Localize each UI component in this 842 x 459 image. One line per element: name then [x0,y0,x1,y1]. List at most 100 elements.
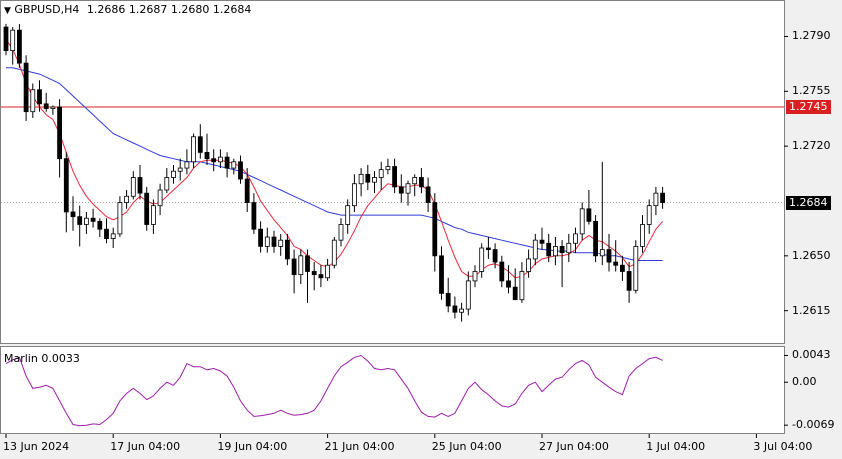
candle [264,236,270,247]
candle [459,308,465,313]
candle [479,247,485,272]
menu-triangle-icon[interactable]: ▼ [4,6,11,16]
candle [298,255,304,276]
candle [358,173,364,185]
candle [506,280,511,288]
candle [311,271,317,276]
candle [284,239,290,260]
candle [278,239,284,247]
price-tick-label: 1.2650 [792,248,831,262]
candle [90,217,96,222]
candle [97,220,103,230]
candle [606,249,612,263]
candle [646,205,652,225]
candle [117,202,123,235]
price-tick-label: 1.2790 [792,29,831,43]
price-tick-label: 1.2615 [792,303,831,317]
chart-window: ▼ GBPUSD,H4 1.2686 1.2687 1.2680 1.2684 … [0,0,842,459]
osc-tick-label: 0.00 [792,375,817,389]
candle [231,161,237,169]
candle [204,152,210,160]
candle [217,156,223,163]
candle [63,158,69,213]
time-tick-label: 19 Jun 04:00 [217,440,288,453]
chart-canvas [0,0,788,438]
indicator-title: Marlin 0.0033 [4,352,80,365]
candle [526,258,531,272]
time-tick-label: 21 Jun 04:00 [324,440,395,453]
candle [331,239,337,266]
osc-tick-label: -0.0069 [792,418,835,432]
candle [660,192,665,203]
candle [57,106,62,160]
level-price-tag: 1.2745 [786,99,831,114]
symbol-timeframe: GBPUSD,H4 [14,3,80,16]
candle [445,293,451,307]
time-tick-label: 17 Jun 04:00 [110,440,181,453]
candle [485,247,491,250]
candle [653,192,659,207]
time-tick-label: 25 Jun 04:00 [431,440,502,453]
candle [137,177,143,194]
candle [573,233,578,244]
candle [579,208,585,235]
price-tick-label: 1.2720 [792,139,831,153]
candle [244,178,250,203]
candle [452,305,458,313]
candle [586,208,592,222]
candle [144,192,150,225]
candle [10,29,16,51]
candle [566,242,572,254]
candle [439,255,444,294]
candle [365,173,371,183]
candle [385,166,391,171]
candle [553,246,558,257]
candle [519,271,525,301]
candle [613,261,619,266]
indicator-panel [0,346,785,434]
candle [492,249,498,263]
time-tick-label: 3 Jul 04:00 [753,440,813,453]
chart-header: ▼ GBPUSD,H4 1.2686 1.2687 1.2680 1.2684 [4,3,251,18]
candle [593,220,598,257]
candle [30,89,36,113]
candle [372,177,377,183]
candle [211,158,217,163]
candle [191,136,197,163]
candle [157,189,163,207]
candle [70,211,76,218]
price-tick-label: 1.2755 [792,84,831,98]
candle [465,280,471,310]
osc-tick-label: 0.0043 [792,348,831,362]
candle [432,202,438,257]
candle [378,169,384,178]
candle [539,239,545,244]
candle [338,224,344,241]
candle [305,255,310,272]
candle [3,26,9,51]
candle [104,228,109,239]
candle [599,249,605,257]
time-tick-label: 27 Jun 04:00 [539,440,609,453]
candle [345,205,351,225]
candle [405,183,411,194]
candle [110,233,116,239]
candle [325,264,331,279]
candle [16,29,22,64]
candle [412,177,418,185]
time-tick-label: 1 Jul 04:00 [646,440,706,453]
candle [84,217,89,225]
candle [640,224,645,247]
candle [626,271,632,291]
candle [499,261,505,282]
candle [546,242,552,257]
candle [318,274,324,279]
candle [271,236,277,247]
candle [164,177,170,191]
candle [398,186,404,194]
time-tick-label: 13 Jun 2024 [3,440,70,453]
candle [177,167,183,172]
candle [238,161,243,180]
candle [392,166,398,188]
ohlc-values: 1.2686 1.2687 1.2680 1.2684 [86,3,252,16]
